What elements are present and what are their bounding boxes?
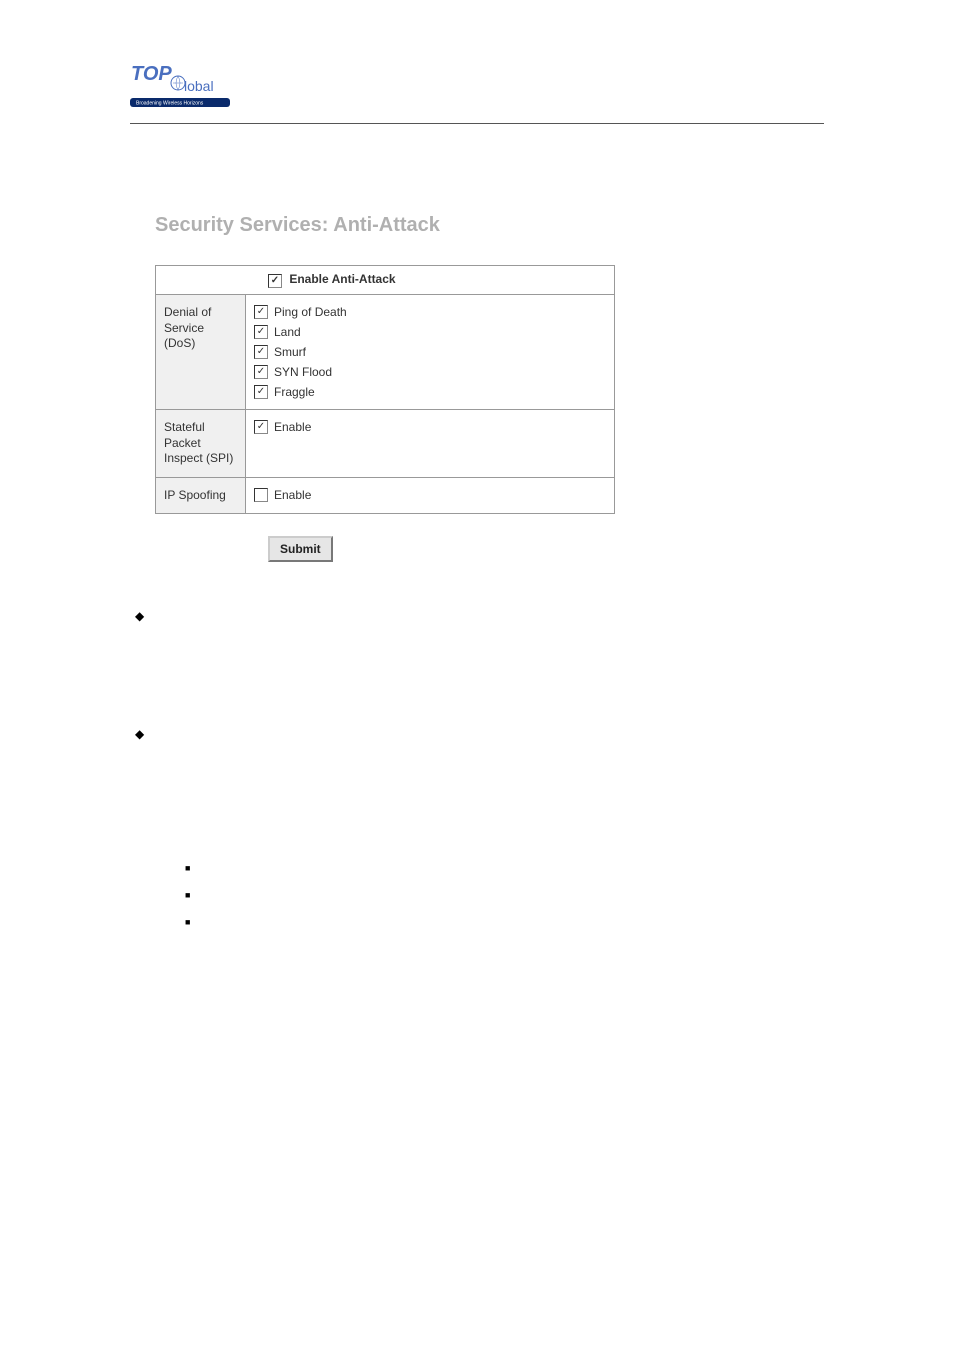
ipspoof-row: IP Spoofing Enable [156,478,614,514]
land-checkbox[interactable]: ✓ [254,325,268,339]
ipspoof-controls: Enable [246,478,614,514]
enable-anti-attack-row: ✓ Enable Anti-Attack [156,266,614,295]
land-label: Land [274,325,301,339]
doc-sub1: Log [200,858,223,874]
doc-b2-title: DoS [156,724,183,740]
fraggle-label: Fraggle [274,385,315,399]
header: TOP lobal Broadening Wireless Horizons [0,0,954,115]
doc-sub3: packets to target support , [200,912,362,928]
smurf-label: Smurf [274,345,306,359]
doc-sub-packets: ■ packets to target support , receiver m… [185,908,834,933]
square-icon: ■ [185,887,190,906]
spi-controls: ✓ Enable [246,410,614,477]
dos-item: ✓ Fraggle [254,385,606,399]
dos-row-label: Denial of Service (DoS) [156,295,246,409]
dos-item: ✓ SYN Flood [254,365,606,379]
doc-bullet-dos: ◆ DoS [135,720,834,746]
enable-anti-attack-label: Enable Anti-Attack [289,272,395,286]
doc-sub2-body: attacker send too large ICMP(larger 6553… [289,885,596,901]
submit-button[interactable]: Submit [268,536,333,562]
spi-enable-checkbox[interactable]: ✓ [254,420,268,434]
svg-text:TOP: TOP [131,63,172,85]
svg-text:lobal: lobal [184,78,214,94]
spi-row: Stateful Packet Inspect (SPI) ✓ Enable [156,410,614,478]
page-title: Security Services: Anti-Attack [155,214,954,237]
fraggle-checkbox[interactable]: ✓ [254,385,268,399]
dos-row: Denial of Service (DoS) ✓ Ping of Death … [156,295,614,410]
dos-item: ✓ Ping of Death [254,305,606,319]
spi-enable-label: Enable [274,420,311,434]
doc-sub-pod: ■ Ping of Death attacker send too large … [185,881,834,906]
logo: TOP lobal Broadening Wireless Horizons [130,60,240,110]
diamond-icon: ◆ [135,724,144,746]
doc-sub-log: ■ Log you can log details about the atta… [185,854,834,879]
smurf-checkbox[interactable]: ✓ [254,345,268,359]
doc-b2-body: A denial-of-service attack (DoS attack) … [159,752,834,828]
submit-wrap: Submit [268,536,954,562]
ipspoof-row-label: IP Spoofing [156,478,246,514]
enable-anti-attack-checkbox[interactable]: ✓ [268,274,282,288]
spi-row-label: Stateful Packet Inspect (SPI) [156,410,246,477]
content: Security Services: Anti-Attack ✓ Enable … [0,124,954,562]
syn-flood-checkbox[interactable]: ✓ [254,365,268,379]
dos-controls: ✓ Ping of Death ✓ Land ✓ Smurf ✓ SYN Flo… [246,295,614,409]
ipspoof-enable-label: Enable [274,488,311,502]
doc-body: ◆ Enable Anti-Attack If you want MB6000 … [0,562,954,933]
ipspoof-enable-checkbox[interactable] [254,488,268,502]
dos-item: ✓ Smurf [254,345,606,359]
doc-sub2: Ping of Death [200,885,285,901]
doc-bullet-enable: ◆ Enable Anti-Attack [135,602,834,628]
doc-b1-body: If you want MB6000 do anti-attack, pleas… [159,634,834,684]
dos-item: ✓ Land [254,325,606,339]
ping-of-death-label: Ping of Death [274,305,347,319]
settings-panel: ✓ Enable Anti-Attack Denial of Service (… [155,265,615,514]
svg-text:Broadening Wireless Horizons: Broadening Wireless Horizons [136,101,204,107]
diamond-icon: ◆ [135,606,144,628]
square-icon: ■ [185,914,190,933]
ping-of-death-checkbox[interactable]: ✓ [254,305,268,319]
square-icon: ■ [185,860,190,879]
syn-flood-label: SYN Flood [274,365,332,379]
doc-b1-title: Enable Anti-Attack [156,606,270,622]
doc-sub1-body: you can log details about the attacks wh… [228,858,560,874]
doc-sub3-body: receiver maybe crash when deal those pac… [366,912,658,928]
